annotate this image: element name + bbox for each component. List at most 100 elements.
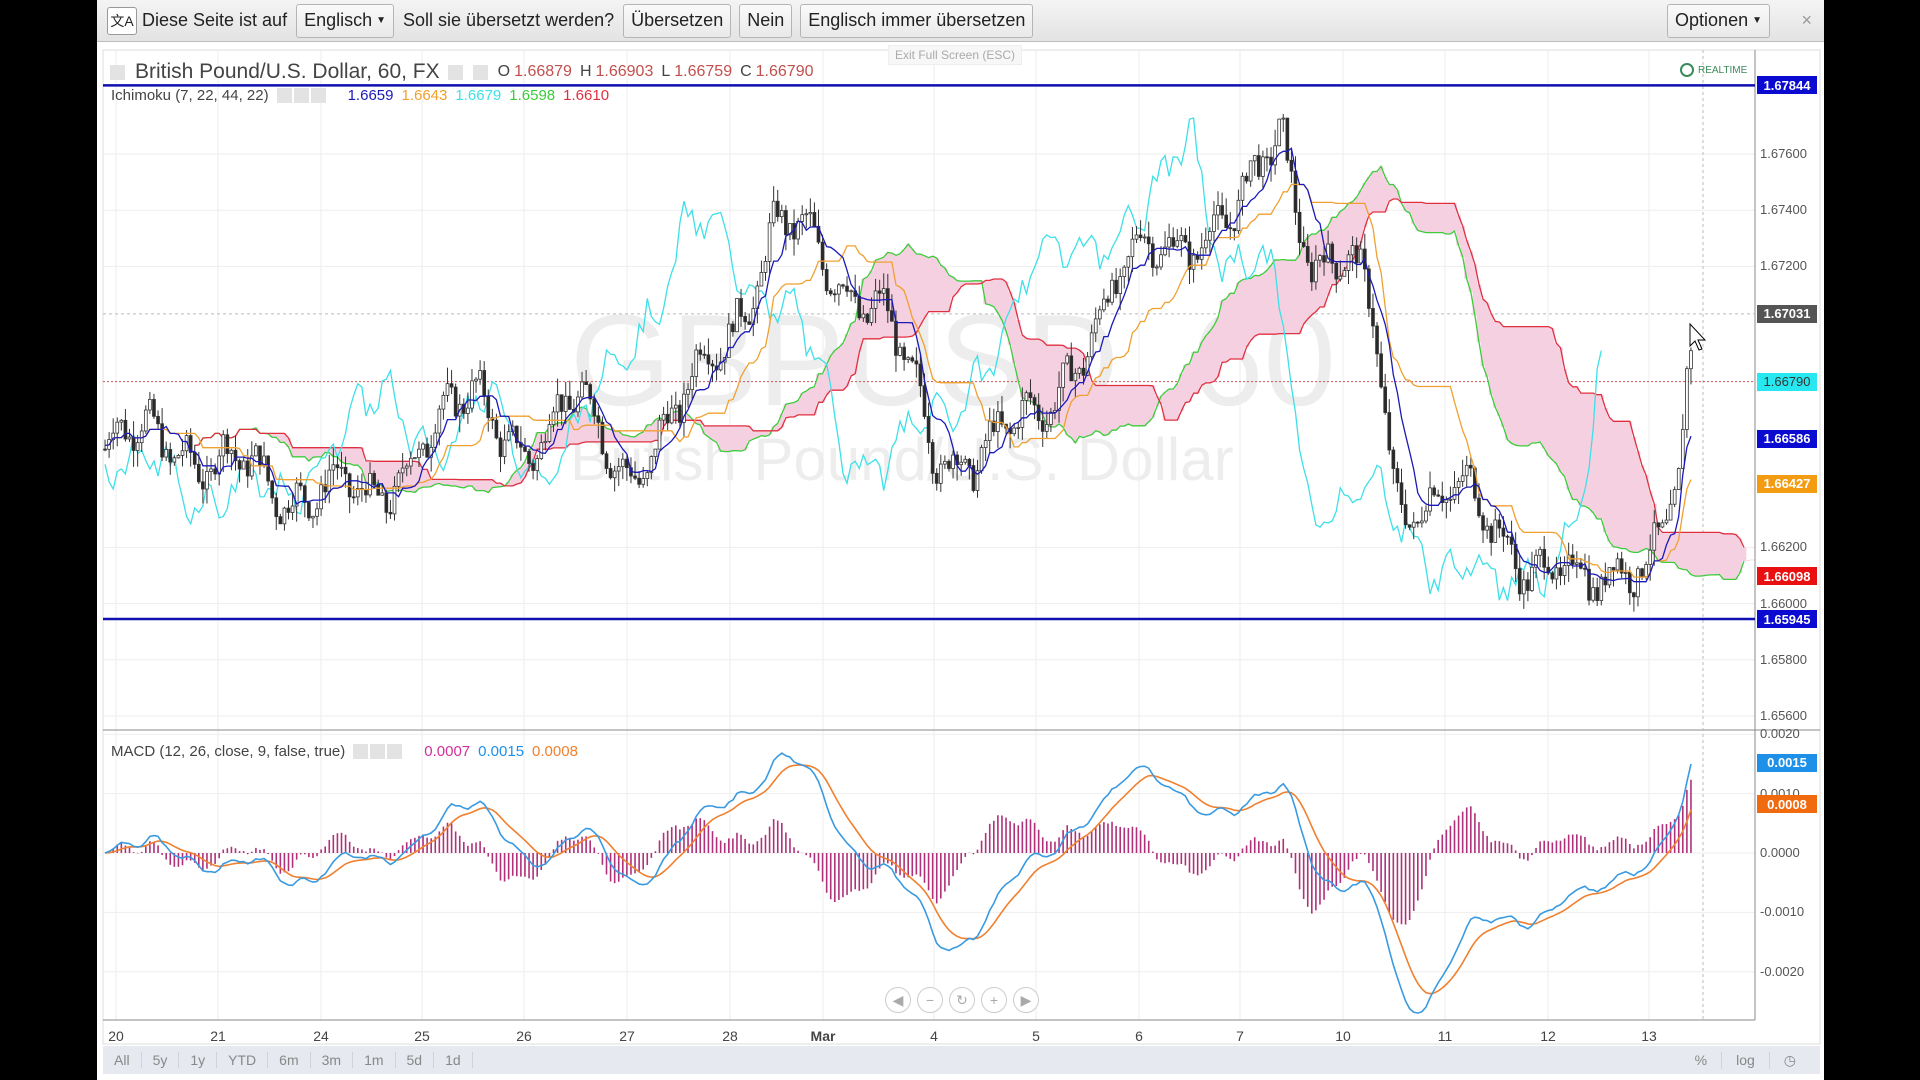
exit-fullscreen-hint[interactable]: Exit Full Screen (ESC) — [888, 45, 1023, 65]
candle-body — [1387, 412, 1392, 451]
candle-body — [1526, 579, 1530, 591]
candle-body — [547, 424, 552, 442]
candle-body — [1093, 318, 1098, 334]
candle-body — [143, 409, 148, 432]
log-scale-button[interactable]: log — [1722, 1051, 1770, 1069]
candle-body — [861, 313, 866, 319]
candle-body — [775, 200, 780, 218]
candle-body — [706, 354, 711, 365]
candle-body — [1403, 504, 1408, 526]
candle-body — [1102, 298, 1106, 311]
candle-body — [1334, 262, 1339, 280]
open-value: 1.66879 — [514, 63, 572, 80]
date-tick-label: 12 — [1540, 1028, 1556, 1044]
candle-body — [580, 381, 584, 398]
candle-body — [1354, 245, 1359, 264]
candle-body — [380, 492, 385, 496]
candle-body — [600, 422, 605, 455]
candle-body — [1089, 332, 1094, 358]
star-icon[interactable] — [110, 64, 125, 80]
zoom-out-icon[interactable]: − — [917, 987, 943, 1013]
range-button-1d[interactable]: 1d — [434, 1052, 473, 1068]
reset-icon[interactable]: ↻ — [949, 987, 975, 1013]
candle-body — [1379, 353, 1383, 388]
macd-line — [104, 752, 1692, 1014]
candle-body — [1224, 214, 1229, 229]
candle-body — [1342, 270, 1347, 277]
candle-body — [894, 320, 898, 356]
close-icon[interactable] — [387, 744, 403, 759]
candle-body — [1097, 309, 1102, 320]
candle-body — [1142, 236, 1147, 239]
candle-body — [229, 449, 234, 454]
gear-icon[interactable] — [293, 88, 309, 103]
candle-body — [213, 468, 217, 475]
candle-body — [1130, 238, 1135, 258]
candle-body — [657, 419, 662, 450]
candle-body — [1391, 449, 1396, 469]
candle-body — [1415, 521, 1420, 524]
candle-body — [474, 378, 478, 382]
zoom-in-icon[interactable]: + — [981, 987, 1007, 1013]
range-button-1y[interactable]: 1y — [179, 1052, 218, 1068]
candle-body — [441, 394, 446, 410]
candle-body — [1685, 368, 1689, 430]
candle-body — [665, 413, 670, 424]
candle-body — [690, 376, 694, 390]
candle-body — [384, 492, 389, 513]
settings-icon[interactable] — [447, 64, 463, 80]
candle-body — [453, 386, 458, 417]
candle-body — [739, 298, 743, 317]
candle-body — [771, 200, 776, 224]
candle-body — [351, 496, 356, 499]
macd-legend: MACD (12, 26, close, 9, false, true) 0.0… — [111, 743, 578, 760]
candle-body — [437, 408, 442, 434]
candle-body — [1049, 411, 1053, 425]
candle-body — [421, 443, 425, 450]
scroll-left-icon[interactable]: ◀ — [885, 987, 911, 1013]
candle-body — [1065, 355, 1070, 364]
candle-body — [637, 477, 641, 485]
candle-body — [983, 440, 988, 448]
timezone-clock-icon[interactable]: ◷ — [1770, 1052, 1810, 1069]
candle-body — [808, 212, 813, 215]
price-chart[interactable] — [0, 0, 1920, 1080]
candle-body — [478, 370, 482, 380]
percent-scale-button[interactable]: % — [1681, 1051, 1723, 1069]
range-button-5y[interactable]: 5y — [142, 1052, 180, 1068]
candle-body — [254, 445, 258, 457]
candle-body — [845, 285, 849, 292]
candle-body — [567, 395, 572, 410]
candle-body — [527, 450, 531, 464]
candle-body — [1448, 498, 1453, 501]
range-button-1m[interactable]: 1m — [353, 1052, 396, 1068]
candle-body — [1468, 464, 1473, 469]
candle-body — [1660, 522, 1665, 528]
range-button-3m[interactable]: 3m — [311, 1052, 354, 1068]
candle-body — [1623, 572, 1628, 574]
range-button-all[interactable]: All — [103, 1052, 142, 1068]
scroll-right-icon[interactable]: ▶ — [1013, 987, 1039, 1013]
settings-icon[interactable] — [353, 744, 369, 759]
candle-body — [470, 380, 474, 409]
high-label: H — [579, 63, 592, 80]
date-tick-label: 26 — [516, 1028, 532, 1044]
price-marker-label: 1.65945 — [1757, 610, 1817, 629]
candle-body — [837, 284, 841, 295]
close-icon[interactable] — [310, 88, 326, 103]
macd-value: 0.0015 — [478, 743, 525, 760]
gear-icon[interactable] — [472, 64, 488, 80]
gear-icon[interactable] — [370, 744, 386, 759]
symbol-title: British Pound/U.S. Dollar, 60, FX — [135, 60, 440, 83]
candle-body — [1216, 205, 1220, 216]
candle-body — [832, 293, 837, 296]
candle-body — [1012, 427, 1017, 435]
range-button-5d[interactable]: 5d — [396, 1052, 435, 1068]
candle-body — [1159, 254, 1163, 268]
range-button-ytd[interactable]: YTD — [217, 1052, 269, 1068]
candle-body — [1505, 535, 1510, 538]
candle-body — [947, 460, 951, 469]
settings-icon[interactable] — [276, 88, 292, 103]
candle-body — [343, 466, 348, 475]
range-button-6m[interactable]: 6m — [268, 1052, 311, 1068]
